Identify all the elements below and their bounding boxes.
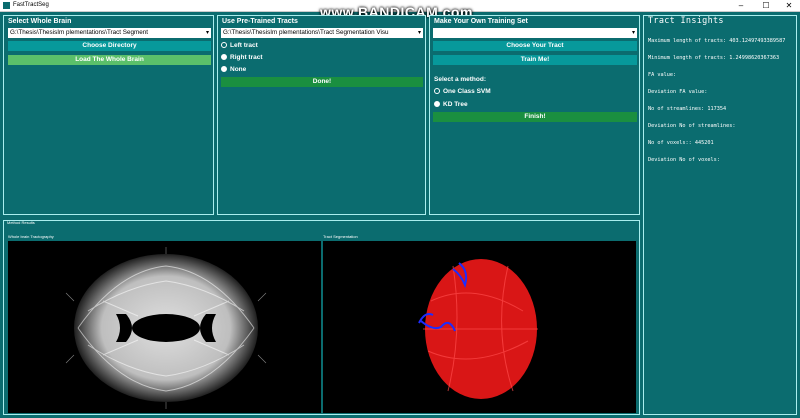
insight-fa-value: FA value:	[648, 72, 677, 78]
finish-button[interactable]: Finish!	[433, 112, 637, 122]
segmentation-image	[418, 259, 538, 399]
radio-icon	[221, 42, 227, 49]
method-label: Select a method:	[434, 76, 487, 83]
whole-brain-title: Select Whole Brain	[7, 17, 73, 26]
results-group-label: Method Results	[7, 220, 35, 225]
radio-selected-icon	[434, 101, 440, 108]
insight-streamlines: No of streamlines: 117354	[648, 106, 727, 112]
radio-none[interactable]: None	[221, 65, 246, 74]
radio-selected-icon	[221, 54, 227, 61]
whole-brain-viewer[interactable]	[8, 241, 321, 413]
insight-deviation-streamlines: Deviation No of streamlines:	[648, 123, 736, 129]
whole-brain-path-select[interactable]: G:\Thesis\ThesisIm plementations\Tract S…	[8, 28, 211, 38]
radio-right-tract[interactable]: Right tract	[221, 53, 263, 62]
load-whole-brain-button[interactable]: Load The Whole Brain	[8, 55, 211, 65]
chevron-down-icon: ▾	[417, 30, 421, 36]
training-panel: Make Your Own Training Set ▾ Choose Your…	[429, 15, 640, 215]
close-button[interactable]: ✕	[778, 0, 800, 11]
done-button[interactable]: Done!	[221, 77, 423, 87]
radio-icon	[434, 88, 440, 95]
choose-tract-button[interactable]: Choose Your Tract	[433, 41, 637, 51]
minimize-button[interactable]: –	[730, 0, 752, 11]
whole-brain-image	[65, 247, 267, 409]
whole-brain-path-value: G:\Thesis\ThesisIm plementations\Tract S…	[10, 29, 148, 36]
train-me-button[interactable]: Train Me!	[433, 55, 637, 65]
radio-selected-icon	[221, 66, 227, 73]
pretrained-path-select[interactable]: G:\Thesis\ThesisIm plementations\Tract S…	[221, 28, 423, 38]
choose-directory-button[interactable]: Choose Directory	[8, 41, 211, 51]
maximize-button[interactable]: ☐	[755, 0, 777, 11]
insight-max-length: Maximum length of tracts: 403.1249749338…	[648, 38, 786, 44]
chevron-down-icon: ▾	[631, 30, 635, 36]
right-viewer-label: Tract Segmentation	[323, 234, 358, 239]
insight-deviation-fa: Deviation FA value:	[648, 89, 708, 95]
radio-kd-tree[interactable]: KD Tree	[434, 100, 468, 109]
left-viewer-label: Whole brain Tractography	[8, 234, 54, 239]
app-icon	[3, 2, 10, 9]
insight-min-length: Minimum length of tracts: 1.249986203673…	[648, 55, 780, 61]
pretrained-path-value: G:\Thesis\ThesisIm plementations\Tract S…	[223, 29, 389, 36]
training-title: Make Your Own Training Set	[433, 17, 529, 26]
insights-panel: Tract Insights Maximum length of tracts:…	[643, 15, 797, 415]
results-panel: Method Results Whole brain Tractography …	[3, 220, 640, 415]
insight-deviation-voxels: Deviation No of voxels:	[648, 157, 720, 163]
insight-voxels: No of voxels:: 445201	[648, 140, 714, 146]
segmentation-viewer[interactable]	[323, 241, 636, 413]
radio-left-tract[interactable]: Left tract	[221, 41, 258, 50]
chevron-down-icon: ▾	[205, 30, 209, 36]
insights-title: Tract Insights	[647, 16, 725, 26]
radio-one-class-svm[interactable]: One Class SVM	[434, 87, 491, 96]
pretrained-title: Use Pre-Trained Tracts	[221, 17, 299, 26]
whole-brain-panel: Select Whole Brain G:\Thesis\ThesisIm pl…	[3, 15, 214, 215]
training-path-select[interactable]: ▾	[433, 28, 637, 38]
window-title: FastTractSeg	[13, 2, 49, 8]
pretrained-panel: Use Pre-Trained Tracts G:\Thesis\ThesisI…	[217, 15, 426, 215]
